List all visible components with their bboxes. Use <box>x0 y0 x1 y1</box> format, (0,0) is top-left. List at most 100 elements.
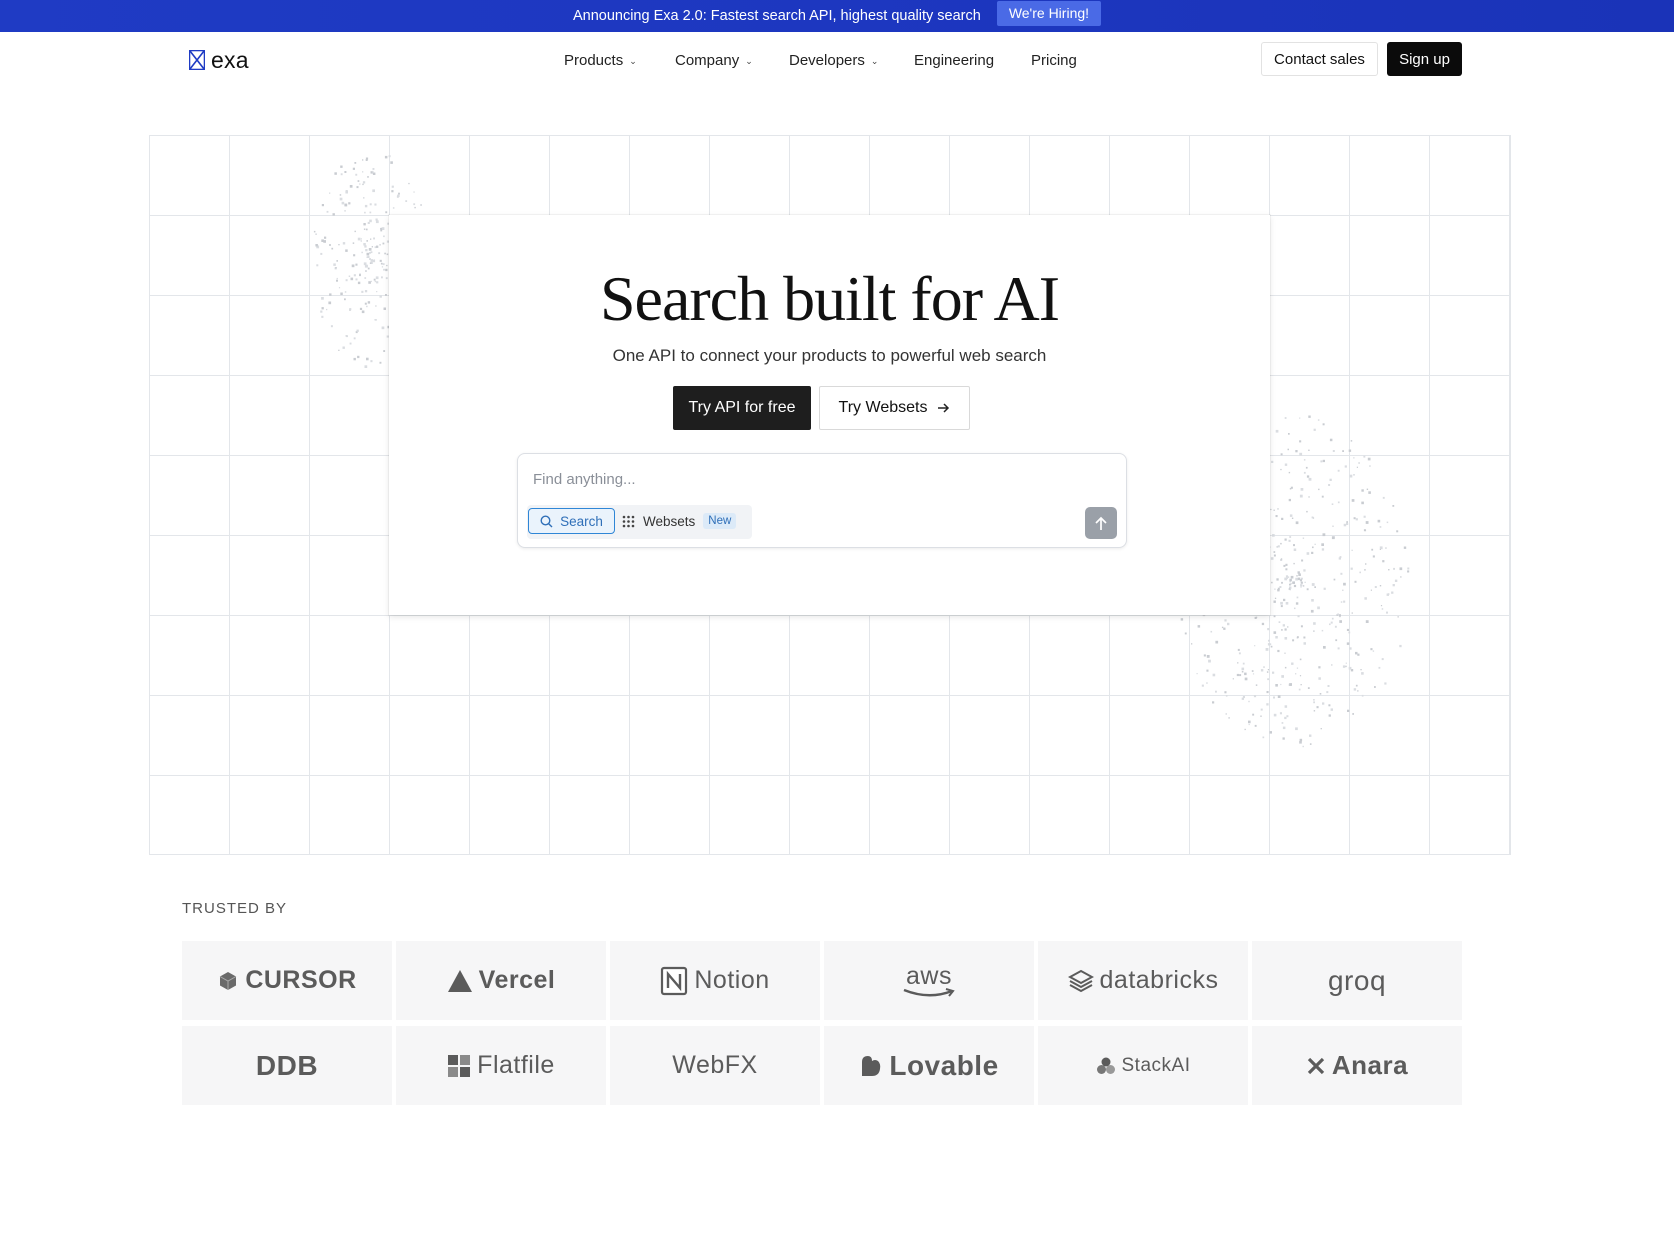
network-dot <box>1367 457 1371 461</box>
network-dot <box>368 281 371 284</box>
network-dot <box>1316 706 1319 709</box>
network-dot <box>1311 599 1314 602</box>
logo-groq-text: groq <box>1327 964 1387 996</box>
hero-title: Search built for AI <box>599 263 1060 334</box>
network-dot <box>1270 508 1272 511</box>
nav-engineering[interactable]: Engineering <box>914 48 994 72</box>
network-dot <box>1289 683 1292 686</box>
network-dot <box>1374 586 1377 588</box>
contact-sales-button[interactable]: Contact sales <box>1261 42 1378 76</box>
network-dot <box>370 360 373 363</box>
network-dot <box>405 200 408 202</box>
logo-anara: Anara <box>1252 1026 1462 1105</box>
network-dot <box>1275 429 1279 433</box>
try-websets-button[interactable]: Try Websets <box>819 386 970 430</box>
network-dot <box>1215 690 1217 693</box>
network-dot <box>365 249 368 252</box>
network-dot <box>1328 484 1331 486</box>
network-dot <box>363 223 366 226</box>
network-dot <box>379 244 381 246</box>
hiring-button[interactable]: We're Hiring! <box>996 0 1102 26</box>
network-dot <box>1372 555 1375 558</box>
network-dot <box>1293 548 1297 551</box>
network-dot <box>1311 516 1314 519</box>
network-dot <box>1346 628 1349 631</box>
network-dot <box>1306 510 1308 513</box>
network-dot <box>366 240 368 242</box>
logo-lovable-text: Lovable <box>889 1049 999 1081</box>
network-dot <box>1206 682 1208 684</box>
network-dot <box>1287 576 1290 578</box>
nav-products[interactable]: Products ⌄ <box>564 48 637 72</box>
network-dot <box>1313 622 1316 625</box>
network-dot <box>1281 722 1284 724</box>
network-dot <box>1370 589 1372 591</box>
network-dot <box>1365 521 1369 524</box>
network-dot <box>1357 690 1359 692</box>
logo-flatfile: Flatfile <box>396 1026 606 1105</box>
network-dot <box>1331 617 1334 620</box>
search-input[interactable] <box>531 466 1095 492</box>
network-dot <box>1242 662 1245 665</box>
network-dot <box>1338 614 1341 617</box>
network-dot <box>367 221 370 224</box>
network-dot <box>1280 558 1283 560</box>
search-mode-button[interactable]: Search <box>528 508 615 534</box>
network-dot <box>1407 570 1410 573</box>
network-dot <box>1273 509 1275 511</box>
nav-developers[interactable]: Developers ⌄ <box>789 48 878 72</box>
websets-mode-button[interactable]: Websets New <box>622 508 737 534</box>
network-dot <box>1254 645 1256 647</box>
network-dot <box>352 242 355 244</box>
network-dot <box>340 292 343 295</box>
network-dot <box>336 279 338 282</box>
network-dot <box>1329 623 1331 626</box>
network-dot <box>1299 658 1302 661</box>
network-dot <box>1333 578 1336 581</box>
network-dot <box>321 239 324 242</box>
network-dot <box>363 262 367 266</box>
announcement-text[interactable]: Announcing Exa 2.0: Fastest search API, … <box>573 8 981 24</box>
exa-logo[interactable]: exa <box>189 46 249 74</box>
network-dot <box>1352 713 1354 715</box>
network-dot <box>1329 438 1333 442</box>
network-dot <box>380 262 383 265</box>
network-dot <box>1238 652 1241 655</box>
network-dot <box>355 173 358 176</box>
network-dot <box>1292 639 1295 642</box>
network-dot <box>1348 666 1352 670</box>
network-dot <box>1277 508 1279 510</box>
network-dot <box>313 230 316 233</box>
search-submit-button[interactable] <box>1085 507 1117 539</box>
network-dot <box>1292 581 1295 584</box>
network-dot <box>1300 586 1302 588</box>
network-dot <box>1334 625 1337 628</box>
network-dot <box>373 237 375 240</box>
network-dot <box>1287 448 1289 451</box>
network-dot <box>383 350 386 352</box>
nav-pricing[interactable]: Pricing <box>1031 48 1077 72</box>
network-dot <box>1271 581 1273 584</box>
sign-up-button[interactable]: Sign up <box>1387 42 1462 76</box>
network-dot <box>1224 691 1227 694</box>
network-dot <box>1360 669 1362 671</box>
network-dot <box>1280 605 1283 608</box>
network-dot <box>1285 568 1288 571</box>
nav-company[interactable]: Company ⌄ <box>675 48 753 72</box>
network-dot <box>349 185 353 188</box>
network-dot <box>414 206 416 209</box>
network-dot <box>1285 602 1289 605</box>
network-dot <box>1348 631 1351 634</box>
network-dot <box>1263 666 1265 668</box>
network-dot <box>1386 611 1388 614</box>
network-dot <box>1326 691 1329 694</box>
logo-ddb-text: DDB <box>255 1049 319 1081</box>
network-dot <box>369 219 372 223</box>
network-dot <box>1363 515 1366 518</box>
network-dot <box>1311 551 1314 554</box>
network-dot <box>1277 649 1280 653</box>
logo-databricks: databricks <box>1038 941 1248 1020</box>
network-dot <box>391 190 394 193</box>
try-api-button[interactable]: Try API for free <box>673 386 811 430</box>
network-dot <box>1281 581 1283 584</box>
